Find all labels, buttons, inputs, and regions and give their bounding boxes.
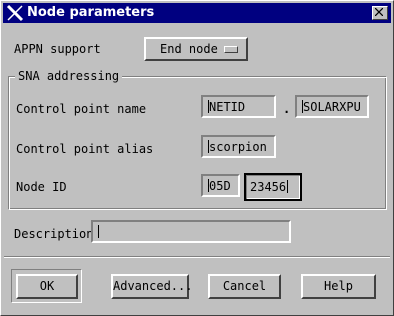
address-separator: . [283, 102, 291, 116]
control-point-name-field[interactable]: SOLARXPU [295, 95, 369, 118]
description-field[interactable] [91, 220, 291, 243]
title-bar[interactable]: Node parameters [3, 3, 391, 23]
appn-support-label: APPN support [14, 42, 101, 56]
option-menu-indicator-icon [224, 46, 238, 53]
control-point-alias-field[interactable]: scorpion [201, 135, 276, 158]
netid-field[interactable]: NETID [201, 95, 276, 118]
node-id-block-value: 05D [209, 179, 231, 193]
close-icon [375, 8, 383, 16]
node-parameters-dialog: Node parameters APPN support End node SN… [0, 0, 394, 316]
control-point-name-value: SOLARXPU [303, 100, 361, 114]
sna-addressing-title: SNA addressing [15, 69, 123, 83]
appn-support-value: End node [160, 42, 218, 56]
node-id-number-value: 23456 [250, 180, 287, 194]
ok-button[interactable]: OK [16, 274, 78, 299]
node-id-label: Node ID [16, 180, 67, 194]
text-cursor [287, 180, 289, 193]
appn-support-option-menu[interactable]: End node [144, 37, 248, 61]
cancel-button[interactable]: Cancel [208, 274, 281, 299]
x-logo-icon [6, 4, 24, 22]
node-id-block-field[interactable]: 05D [201, 174, 240, 197]
node-id-number-field[interactable]: 23456 [244, 173, 302, 201]
control-point-name-label: Control point name [16, 102, 147, 116]
netid-value: NETID [209, 100, 246, 114]
control-point-alias-label: Control point alias [16, 142, 154, 156]
text-cursor [98, 225, 99, 238]
close-button[interactable] [372, 6, 388, 20]
button-separator [4, 256, 390, 258]
description-label: Description [14, 227, 94, 241]
help-button[interactable]: Help [301, 274, 376, 299]
advanced-button[interactable]: Advanced... [111, 274, 192, 299]
window-title: Node parameters [27, 5, 155, 20]
control-point-alias-value: scorpion [209, 140, 267, 154]
